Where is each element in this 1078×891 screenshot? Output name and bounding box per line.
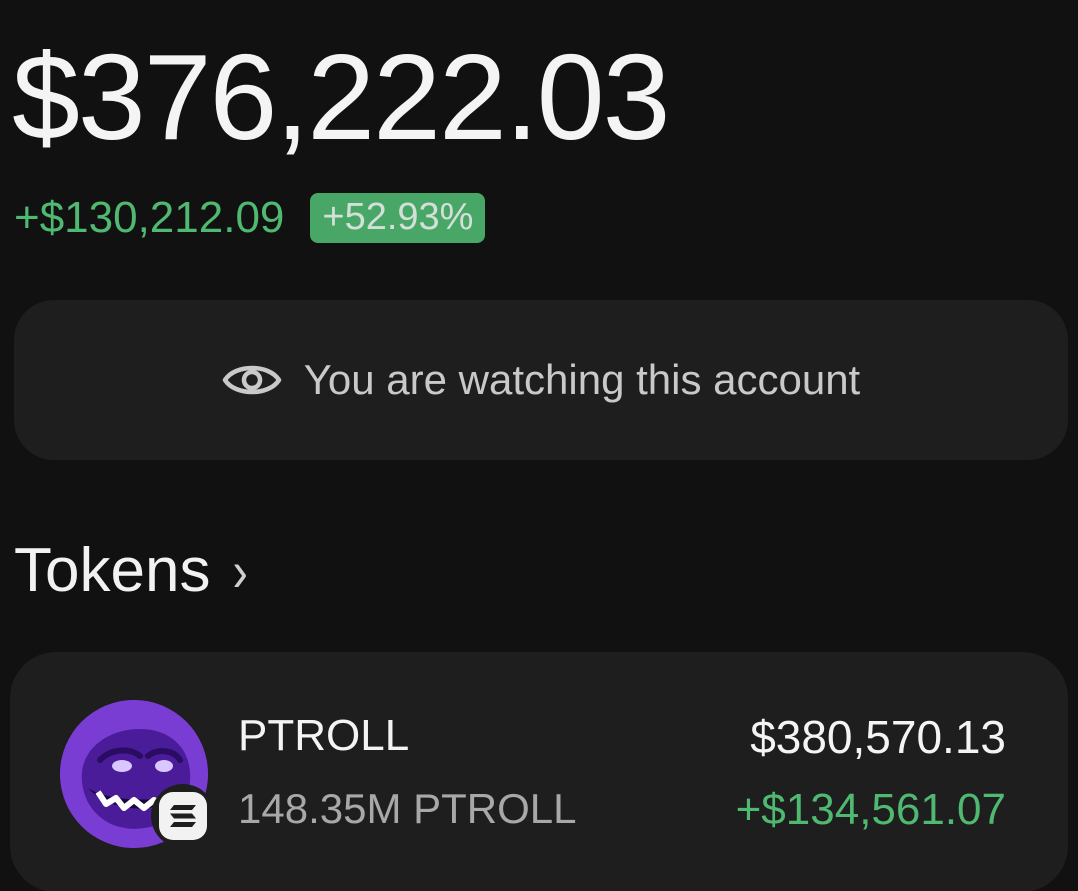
eye-icon — [222, 365, 281, 395]
watching-account-text: You are watching this account — [303, 356, 861, 403]
solana-icon — [170, 805, 196, 827]
wallet-screen: $376,222.03 +$130,212.09 +52.93% You are… — [0, 0, 1078, 891]
solana-chain-badge — [151, 784, 215, 848]
tokens-title: Tokens — [14, 536, 211, 605]
portfolio-change-row: +$130,212.09 +52.93% — [14, 192, 486, 243]
tokens-section-header[interactable]: Tokens › — [14, 540, 248, 602]
token-pnl: +$134,561.07 — [735, 785, 1006, 834]
token-quantity: 148.35M PTROLL — [238, 785, 577, 832]
token-row-ptroll[interactable]: PTROLL 148.35M PTROLL $380,570.13 +$134,… — [10, 652, 1068, 891]
chevron-right-icon: › — [232, 538, 248, 604]
portfolio-change-percent-badge: +52.93% — [310, 193, 486, 243]
token-name: PTROLL — [238, 711, 410, 760]
watching-account-banner: You are watching this account — [14, 300, 1068, 460]
portfolio-change-amount: +$130,212.09 — [14, 192, 285, 242]
portfolio-change-percent: +52.93% — [322, 196, 474, 238]
portfolio-balance: $376,222.03 — [12, 29, 670, 165]
token-value: $380,570.13 — [750, 711, 1006, 763]
